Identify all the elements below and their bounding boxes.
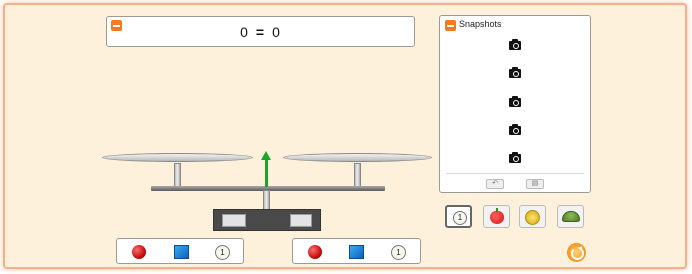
scale-base <box>213 209 321 231</box>
left-pan-post <box>174 163 181 187</box>
equation-panel: 0 = 0 <box>106 16 415 47</box>
equation-left-value: 0 <box>240 24 249 40</box>
coin-icon: 1 <box>453 211 467 225</box>
snapshots-panel: Snapshots ↶ ▤ <box>439 15 591 193</box>
equals-sign: = <box>255 24 266 40</box>
equation-right-value: 0 <box>272 24 281 40</box>
collapse-snapshots-button[interactable] <box>445 20 456 31</box>
turtle-icon <box>562 211 580 222</box>
blue-square-item[interactable] <box>174 245 189 259</box>
scale-center-post <box>263 190 270 210</box>
delete-snapshot-button[interactable]: ▤ <box>526 179 544 189</box>
reset-icon[interactable] <box>567 243 586 262</box>
balance-indicator-arrow-icon <box>261 151 271 160</box>
camera-icon[interactable] <box>509 67 521 78</box>
camera-icon[interactable] <box>509 96 521 107</box>
base-left-window <box>222 214 246 227</box>
red-ball-item[interactable] <box>132 245 146 259</box>
coin-item[interactable]: 1 <box>215 245 230 260</box>
balance-indicator-shaft <box>265 160 268 187</box>
mode-turtle-button[interactable] <box>557 205 584 228</box>
equation-text: 0 = 0 <box>107 24 414 40</box>
right-pan <box>283 153 432 162</box>
camera-icon[interactable] <box>509 124 521 135</box>
right-item-tray: 1 <box>292 238 421 264</box>
apple-icon <box>490 208 504 224</box>
gold-coin-icon <box>525 210 540 225</box>
camera-icon[interactable] <box>509 39 521 50</box>
coin-item[interactable]: 1 <box>391 245 406 260</box>
base-right-window <box>290 214 312 227</box>
mode-apple-button[interactable] <box>483 205 510 228</box>
right-pan-post <box>354 163 361 187</box>
left-item-tray: 1 <box>116 238 244 264</box>
camera-icon[interactable] <box>509 152 521 163</box>
mode-coin-button[interactable]: 1 <box>445 205 472 228</box>
restore-snapshot-button[interactable]: ↶ <box>486 179 504 189</box>
snapshots-title: Snapshots <box>459 19 502 29</box>
left-pan <box>102 153 253 162</box>
red-ball-item[interactable] <box>308 245 322 259</box>
mode-gold-coin-button[interactable] <box>519 205 546 228</box>
snapshots-divider <box>446 173 584 174</box>
blue-square-item[interactable] <box>349 245 364 259</box>
